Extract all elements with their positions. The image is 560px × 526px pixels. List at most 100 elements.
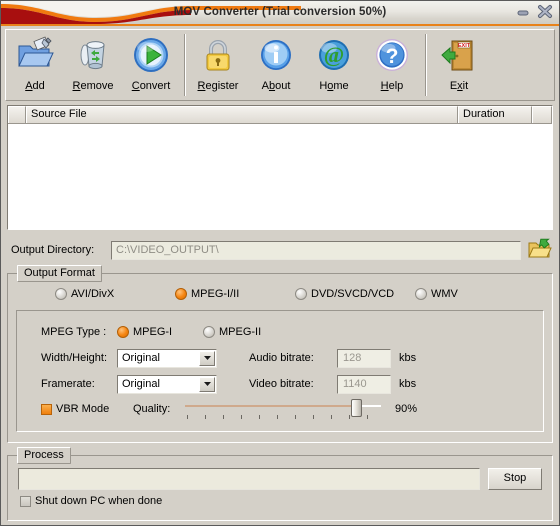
convert-button[interactable]: Convert xyxy=(122,33,180,92)
checkbox-shutdown-icon[interactable] xyxy=(20,495,31,507)
framerate-label: Framerate: xyxy=(41,378,95,390)
mpeg-settings-panel: MPEG Type : MPEG-I MPEG-II Width/Height:… xyxy=(16,310,544,432)
title-bar: MOV Converter (Trial conversion 50%) xyxy=(1,1,559,26)
toolbar-group-info: Register About @ Home ? Help xyxy=(189,33,421,92)
format-option-dvd-svcd-vcd-label: DVD/SVCD/VCD xyxy=(311,288,395,300)
mpeg-type-label: MPEG Type : xyxy=(41,326,107,338)
minimize-button[interactable] xyxy=(513,3,532,20)
file-list-header: Source File Duration xyxy=(8,106,552,124)
radio-mpeg-i-icon[interactable] xyxy=(117,326,129,338)
framerate-row: Framerate: Original Video bitrate: 1140 … xyxy=(17,371,543,397)
quality-slider[interactable] xyxy=(183,398,383,420)
file-list-body[interactable] xyxy=(8,124,552,229)
column-header-spacer[interactable] xyxy=(532,106,552,123)
help-button[interactable]: ? Help xyxy=(363,33,421,92)
svg-text:?: ? xyxy=(386,45,399,68)
mpeg-type-row: MPEG Type : MPEG-I MPEG-II xyxy=(17,319,543,345)
radio-mpeg-ii-icon[interactable] xyxy=(203,326,215,338)
home-button-label: Home xyxy=(319,80,349,92)
chevron-down-icon[interactable] xyxy=(199,376,215,392)
mpeg-type-option-i[interactable]: MPEG-I xyxy=(117,326,203,338)
audio-bitrate-label: Audio bitrate: xyxy=(249,352,314,364)
at-sign-globe-icon: @ xyxy=(314,35,354,75)
window-title: MOV Converter (Trial conversion 50%) xyxy=(173,6,387,18)
width-height-row: Width/Height: Original Audio bitrate: 12… xyxy=(17,345,543,371)
video-bitrate-label: Video bitrate: xyxy=(249,378,314,390)
toolbar-separator-2 xyxy=(425,34,426,96)
window-controls xyxy=(513,3,554,20)
add-button-label: Add xyxy=(25,80,45,92)
column-header-source-file[interactable]: Source File xyxy=(26,106,458,123)
column-header-index[interactable] xyxy=(8,106,26,123)
progress-row: Stop xyxy=(8,456,552,490)
radio-wmv-icon[interactable] xyxy=(415,288,427,300)
format-option-dvd-svcd-vcd[interactable]: DVD/SVCD/VCD xyxy=(295,288,415,300)
exit-door-icon: EXIT xyxy=(439,35,479,75)
framerate-select[interactable]: Original xyxy=(117,374,217,394)
main-toolbar: Add Remove Convert Register About @ Home… xyxy=(5,29,555,101)
remove-button-label: Remove xyxy=(72,80,114,92)
format-option-wmv-label: WMV xyxy=(431,288,458,300)
folder-open-icon xyxy=(528,238,552,263)
radio-dvd-svcd-vcd-icon[interactable] xyxy=(295,288,307,300)
mpeg-type-option-ii-label: MPEG-II xyxy=(219,326,262,338)
width-height-label: Width/Height: xyxy=(41,352,108,364)
about-button-label: About xyxy=(261,80,291,92)
convert-button-label: Convert xyxy=(131,80,171,92)
stop-button[interactable]: Stop xyxy=(488,468,542,490)
audio-bitrate-input[interactable]: 128 xyxy=(337,348,391,368)
chevron-down-icon[interactable] xyxy=(199,350,215,366)
add-folder-icon xyxy=(15,35,55,75)
exit-button[interactable]: EXIT Exit xyxy=(430,33,488,92)
browse-folder-button[interactable] xyxy=(527,238,553,263)
format-option-mpeg[interactable]: MPEG-I/II xyxy=(175,288,295,300)
add-button[interactable]: Add xyxy=(6,33,64,92)
process-title: Process xyxy=(17,447,71,464)
info-circle-icon xyxy=(256,35,296,75)
process-group: Process Stop Shut down PC when done xyxy=(7,447,553,521)
close-button[interactable] xyxy=(535,3,554,20)
audio-bitrate-unit: kbs xyxy=(399,352,417,364)
progress-bar xyxy=(18,468,480,490)
toolbar-separator-1 xyxy=(184,34,185,96)
register-button-label: Register xyxy=(197,80,239,92)
radio-mpeg-icon[interactable] xyxy=(175,288,187,300)
format-option-mpeg-label: MPEG-I/II xyxy=(191,288,240,300)
remove-button[interactable]: Remove xyxy=(64,33,122,92)
vbr-mode-checkbox[interactable]: VBR Mode xyxy=(41,403,133,415)
shutdown-label: Shut down PC when done xyxy=(35,495,163,507)
vbr-mode-label: VBR Mode xyxy=(56,403,110,415)
svg-text:EXIT: EXIT xyxy=(458,43,471,49)
mpeg-type-option-ii[interactable]: MPEG-II xyxy=(203,326,261,338)
question-circle-icon: ? xyxy=(372,35,412,75)
svg-text:@: @ xyxy=(324,42,344,67)
video-bitrate-unit: kbs xyxy=(399,378,417,390)
quality-label: Quality: xyxy=(133,403,171,415)
about-button[interactable]: About xyxy=(247,33,305,92)
register-button[interactable]: Register xyxy=(189,33,247,92)
toolbar-group-exit: EXIT Exit xyxy=(430,33,488,92)
source-file-list[interactable]: Source File Duration xyxy=(7,105,553,230)
quality-slider-ticks xyxy=(183,415,383,420)
mpeg-type-option-i-label: MPEG-I xyxy=(133,326,173,338)
output-format-group: Output Format AVI/DivX MPEG-I/II DVD/SVC… xyxy=(7,265,553,443)
help-button-label: Help xyxy=(380,80,404,92)
width-height-value: Original xyxy=(122,351,160,364)
format-option-wmv[interactable]: WMV xyxy=(415,288,505,300)
toolbar-group-file: Add Remove Convert xyxy=(6,33,180,92)
application-window: MOV Converter (Trial conversion 50%) Add… xyxy=(0,0,560,526)
output-directory-label: Output Directory: xyxy=(11,244,95,256)
play-circle-icon xyxy=(131,35,171,75)
framerate-value: Original xyxy=(122,377,160,390)
exit-button-label: Exit xyxy=(449,80,469,92)
width-height-select[interactable]: Original xyxy=(117,348,217,368)
home-button[interactable]: @ Home xyxy=(305,33,363,92)
video-bitrate-input[interactable]: 1140 xyxy=(337,374,391,394)
output-directory-input[interactable]: C:\VIDEO_OUTPUT\ xyxy=(111,240,521,260)
shutdown-checkbox[interactable]: Shut down PC when done xyxy=(20,495,162,507)
recycle-bin-icon xyxy=(73,35,113,75)
format-option-avi-divx[interactable]: AVI/DivX xyxy=(55,288,175,300)
radio-avi-divx-icon[interactable] xyxy=(55,288,67,300)
column-header-duration[interactable]: Duration xyxy=(458,106,532,123)
checkbox-vbr-mode-icon[interactable] xyxy=(41,403,52,415)
